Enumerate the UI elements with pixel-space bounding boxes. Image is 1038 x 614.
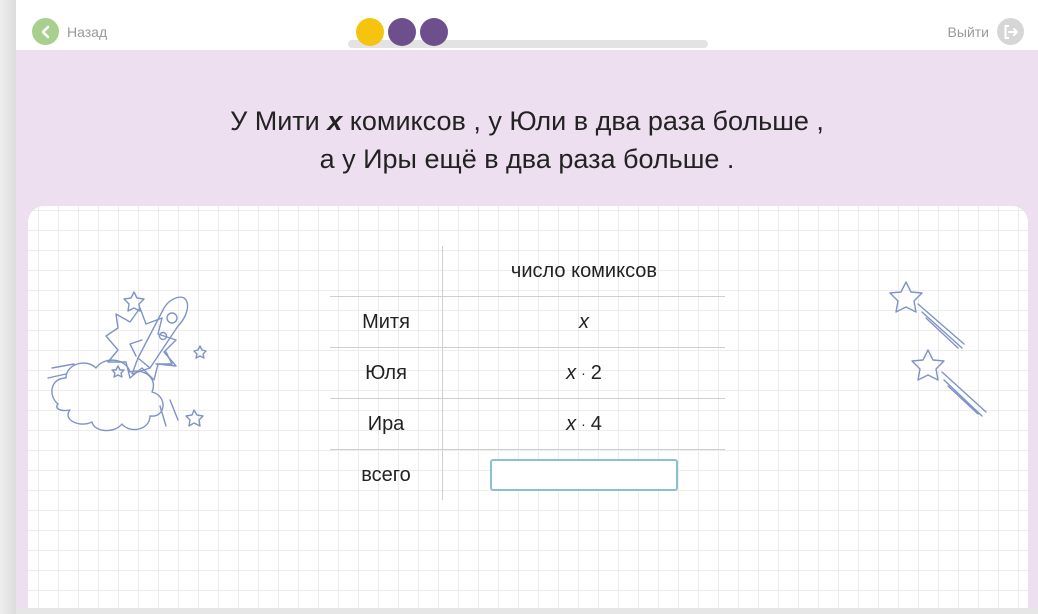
total-answer-input[interactable]: [490, 459, 678, 491]
total-row: всего: [330, 450, 725, 500]
problem-line-2: а у Иры ещё в два раза больше .: [319, 144, 735, 174]
comics-table: число комиксов Митя x Юля x · 2 Ира x · 4 вс…: [330, 246, 725, 500]
row-value: x · 2: [443, 348, 725, 398]
logout-icon: [997, 18, 1024, 45]
progress-indicator: [348, 18, 708, 50]
table-header-row: число комиксов: [330, 246, 725, 297]
rocket-illustration-icon: [47, 291, 207, 432]
bottom-frame-shadow: [16, 608, 1038, 614]
column-header: число комиксов: [510, 259, 658, 282]
problem-statement: У Мити x комиксов , у Юли в два раза бол…: [16, 102, 1038, 178]
problem-text-1b: комиксов , у Юли в два раза больше ,: [342, 106, 824, 136]
row-name: Юля: [330, 348, 443, 398]
progress-dot-2: [388, 18, 416, 46]
progress-dot-1: [356, 18, 384, 46]
table-row: Юля x · 2: [330, 348, 725, 399]
problem-line-1: У Мити x комиксов , у Юли в два раза бол…: [16, 102, 1038, 140]
problem-variable: x: [327, 106, 343, 136]
top-bar: Назад Выйти: [16, 0, 1038, 50]
table-row: Митя x: [330, 297, 725, 348]
total-cell: [443, 450, 725, 500]
back-button[interactable]: Назад: [32, 18, 107, 45]
table-header-empty: [330, 246, 443, 296]
back-label: Назад: [67, 23, 108, 40]
exit-button[interactable]: Выйти: [948, 18, 1024, 45]
row-variable: x: [566, 412, 577, 435]
problem-text-1a: У Мити: [230, 106, 328, 136]
row-value: x: [443, 297, 725, 347]
row-factor: 2: [590, 361, 602, 384]
progress-dot-3: [420, 18, 448, 46]
multiply-sign: ·: [581, 416, 586, 432]
row-name: Ира: [330, 399, 443, 449]
chevron-left-icon: [32, 18, 59, 45]
row-name: Митя: [330, 297, 443, 347]
row-variable: x: [579, 310, 589, 333]
row-factor: 4: [590, 412, 602, 435]
work-area: число комиксов Митя x Юля x · 2 Ира x · 4 вс…: [28, 206, 1028, 608]
table-row: Ира x · 4: [330, 399, 725, 450]
total-label: всего: [330, 450, 443, 500]
row-value: x · 4: [443, 399, 725, 449]
row-variable: x: [566, 361, 577, 384]
left-frame-shadow: [0, 0, 16, 614]
multiply-sign: ·: [581, 365, 586, 381]
exit-label: Выйти: [947, 23, 989, 40]
shooting-stars-icon: [889, 281, 987, 417]
